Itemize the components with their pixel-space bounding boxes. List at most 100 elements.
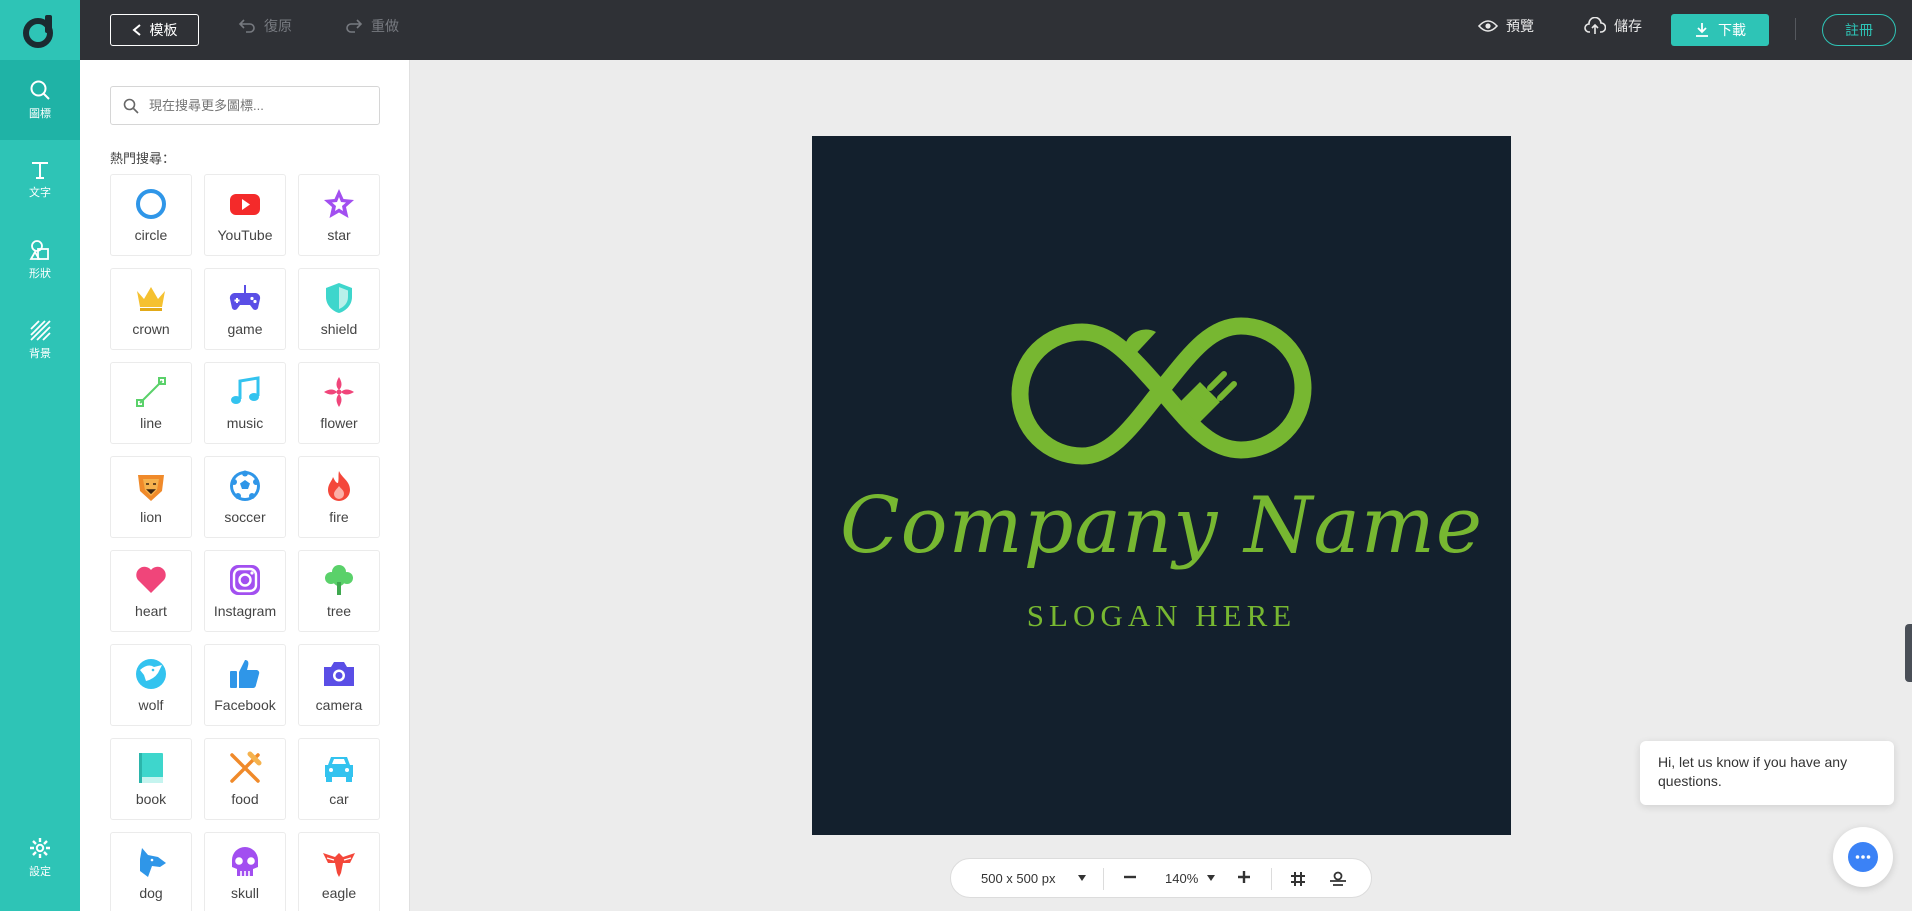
chat-greeting-bubble[interactable]: Hi, let us know if you have any question… <box>1640 741 1894 805</box>
eagle-icon <box>323 853 355 877</box>
icon-tile-eagle[interactable]: eagle <box>298 832 380 911</box>
gamepad-icon <box>229 285 261 310</box>
flower-icon <box>324 377 354 407</box>
icon-tile-car[interactable]: car <box>298 738 380 820</box>
slogan-text[interactable]: SLOGAN HERE <box>812 598 1511 634</box>
icon-tile-soccer[interactable]: soccer <box>204 456 286 538</box>
icon-tile-wolf[interactable]: wolf <box>110 644 192 726</box>
redo-label: 重做 <box>371 18 399 34</box>
align-center-button[interactable] <box>1329 871 1347 890</box>
toolbar-divider <box>1795 18 1796 40</box>
toggle-grid-button[interactable] <box>1290 871 1306 890</box>
icon-tile-tree[interactable]: tree <box>298 550 380 632</box>
text-icon <box>32 162 48 179</box>
icon-tile-game[interactable]: game <box>204 268 286 350</box>
zoom-bar-divider <box>1103 868 1104 890</box>
rail-item-background[interactable]: 背景 <box>0 300 80 380</box>
icon-tile-flower[interactable]: flower <box>298 362 380 444</box>
save-label: 儲存 <box>1614 18 1642 34</box>
design-artboard[interactable]: Company Name SLOGAN HERE <box>812 136 1511 835</box>
canvas-size-select[interactable]: 500 x 500 px <box>981 871 1087 886</box>
icon-tile-instagram[interactable]: Instagram <box>204 550 286 632</box>
icon-tile-line[interactable]: line <box>110 362 192 444</box>
icon-tile-facebook[interactable]: Facebook <box>204 644 286 726</box>
fork-knife-icon <box>230 751 262 783</box>
search-icon <box>30 80 50 100</box>
rail-item-icons[interactable]: 圖標 <box>0 60 80 140</box>
chat-launcher-button[interactable] <box>1833 827 1893 887</box>
undo-button[interactable]: 復原 <box>238 16 292 36</box>
minus-icon <box>1124 875 1136 878</box>
icon-tile-food[interactable]: food <box>204 738 286 820</box>
register-button[interactable]: 註冊 <box>1822 14 1896 46</box>
app-logo[interactable] <box>0 0 80 60</box>
icon-tile-circle[interactable]: circle <box>110 174 192 256</box>
undo-label: 復原 <box>264 18 292 34</box>
redo-icon <box>346 19 363 33</box>
icon-tile-dog[interactable]: dog <box>110 832 192 911</box>
icon-search-box[interactable] <box>110 86 380 125</box>
icon-tile-label: food <box>231 791 259 807</box>
eye-icon <box>1478 20 1498 32</box>
redo-button[interactable]: 重做 <box>345 16 399 36</box>
icon-tile-skull[interactable]: skull <box>204 832 286 911</box>
soccer-icon <box>230 470 260 501</box>
icon-tile-label: fire <box>329 509 349 525</box>
icon-tile-label: eagle <box>321 885 357 901</box>
icon-tile-camera[interactable]: camera <box>298 644 380 726</box>
feedback-edge-tab[interactable] <box>1905 624 1912 682</box>
caret-down-icon <box>1207 875 1216 881</box>
icon-tile-label: car <box>329 791 349 807</box>
zoom-level-select[interactable]: 140% <box>1165 871 1216 886</box>
save-button[interactable]: 儲存 <box>1584 16 1642 36</box>
lion-icon <box>138 475 164 501</box>
icon-tile-label: lion <box>140 509 162 525</box>
company-name-text[interactable]: Company Name <box>812 481 1511 571</box>
download-button[interactable]: 下載 <box>1671 14 1769 46</box>
icon-tile-crown[interactable]: crown <box>110 268 192 350</box>
undo-icon <box>238 19 255 33</box>
download-icon <box>1696 23 1708 37</box>
rail-item-settings[interactable]: 設定 <box>0 818 80 898</box>
back-to-templates-button[interactable]: 模板 <box>110 14 199 46</box>
icon-tile-label: dog <box>139 885 163 901</box>
rail-item-label: 設定 <box>29 866 51 878</box>
icon-grid: circle YouTube star crown game shield li… <box>110 174 380 911</box>
chat-icon <box>1848 842 1878 872</box>
icon-tile-lion[interactable]: lion <box>110 456 192 538</box>
canvas-zoom-bar: 500 x 500 px 140% <box>950 858 1372 898</box>
canvas-size-value: 500 x 500 px <box>981 870 1056 886</box>
rail-item-shapes[interactable]: 形狀 <box>0 220 80 300</box>
icon-tile-label: skull <box>230 885 259 901</box>
circle-icon <box>136 189 166 219</box>
icon-tile-label: shield <box>320 321 358 337</box>
hot-searches-label: 熱門搜尋： <box>110 151 176 166</box>
back-button-label: 模板 <box>149 22 178 38</box>
cloud-upload-icon <box>1584 17 1606 34</box>
icon-tile-fire[interactable]: fire <box>298 456 380 538</box>
crown-icon <box>137 287 165 311</box>
car-icon <box>325 757 353 782</box>
zoom-out-button[interactable] <box>1123 868 1137 889</box>
icon-tile-label: heart <box>135 603 167 619</box>
rail-item-label: 文字 <box>29 187 51 199</box>
icon-tile-youtube[interactable]: YouTube <box>204 174 286 256</box>
instagram-icon <box>230 565 260 595</box>
preview-button[interactable]: 預覽 <box>1478 16 1534 36</box>
icon-tile-shield[interactable]: shield <box>298 268 380 350</box>
plus-icon <box>1238 870 1250 883</box>
chevron-left-icon <box>131 24 141 36</box>
rail-item-label: 形狀 <box>29 268 51 280</box>
icon-tile-label: flower <box>320 415 358 431</box>
icon-tile-label: circle <box>134 227 168 243</box>
zoom-in-button[interactable] <box>1237 867 1251 890</box>
icon-tile-label: book <box>135 791 167 807</box>
icon-tile-music[interactable]: music <box>204 362 286 444</box>
rail-item-label: 背景 <box>29 348 51 360</box>
rail-item-text[interactable]: 文字 <box>0 140 80 220</box>
icon-tile-star[interactable]: star <box>298 174 380 256</box>
icon-tile-book[interactable]: book <box>110 738 192 820</box>
background-icon <box>30 320 51 341</box>
icon-tile-heart[interactable]: heart <box>110 550 192 632</box>
icon-search-input[interactable] <box>149 98 369 113</box>
